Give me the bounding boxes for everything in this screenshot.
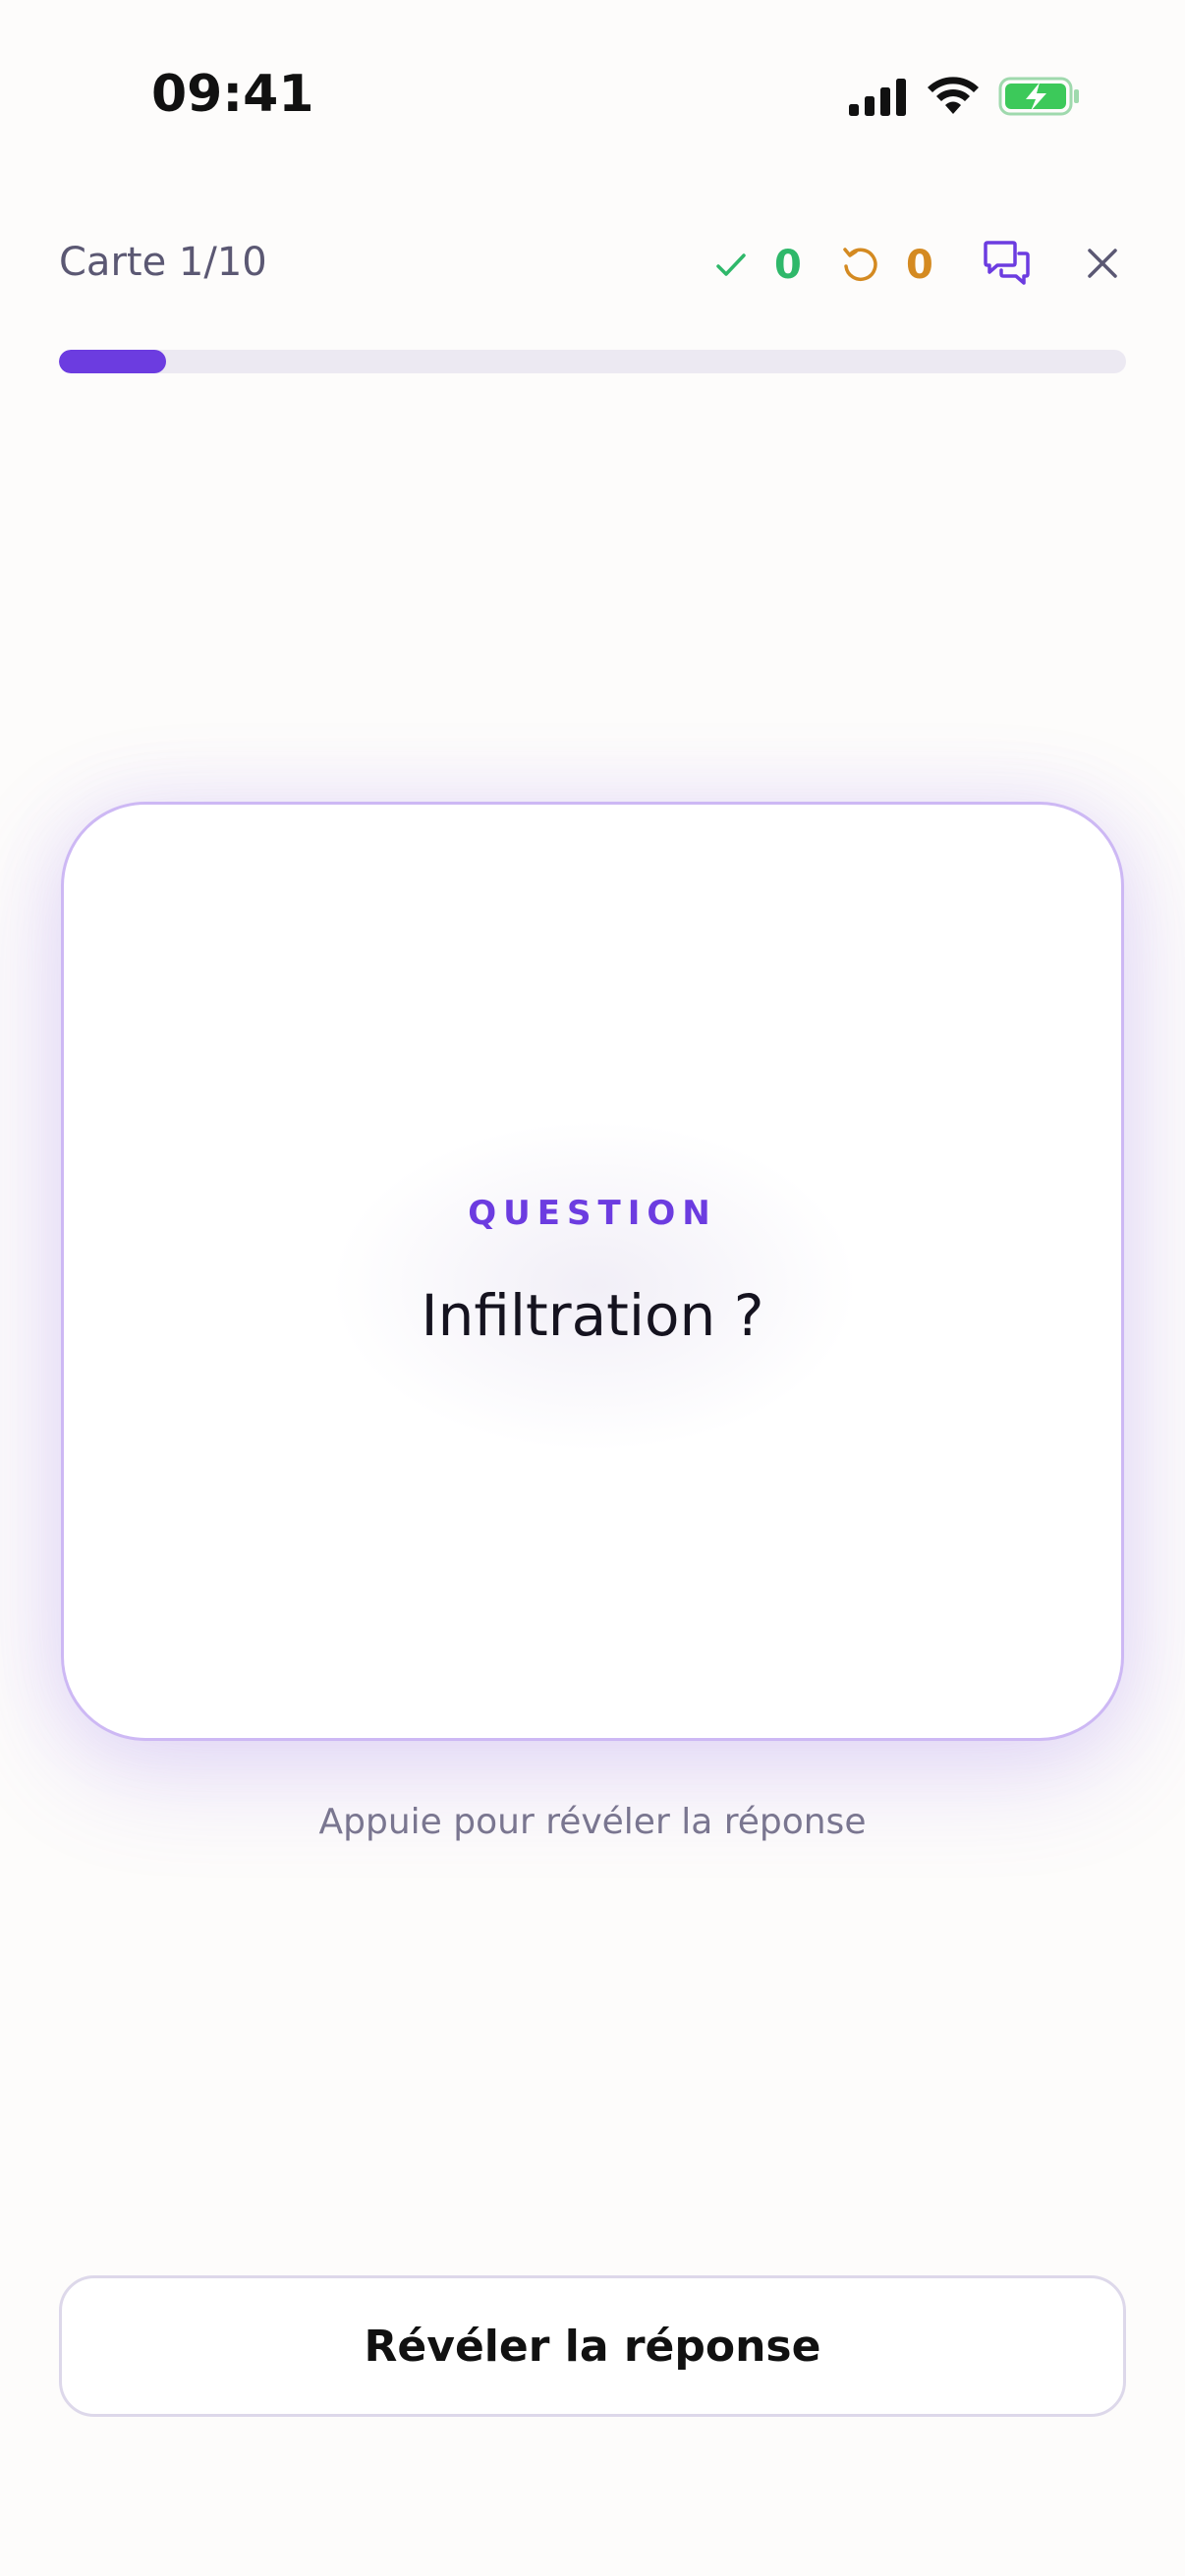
reveal-answer-button[interactable]: Révéler la réponse	[59, 2275, 1126, 2417]
retry-icon	[843, 248, 877, 282]
status-bar: 09:41	[0, 0, 1185, 196]
flash-card[interactable]: QUESTION Infiltration ?	[61, 802, 1124, 1741]
card-question: Infiltration ?	[421, 1282, 764, 1349]
status-time: 09:41	[151, 65, 314, 124]
card-kicker: QUESTION	[468, 1194, 717, 1233]
card-counter: Carte 1/10	[59, 240, 267, 285]
check-icon	[716, 253, 746, 276]
progress-fill	[59, 350, 166, 373]
session-header: Carte 1/10 0 0	[0, 226, 1185, 305]
progress-bar	[59, 350, 1126, 373]
known-count: 0	[774, 243, 802, 288]
battery-charging-icon	[998, 77, 1079, 116]
close-icon	[1088, 249, 1117, 278]
chat-icon	[984, 241, 1030, 285]
review-counter: 0	[841, 238, 933, 293]
wifi-icon	[928, 77, 979, 114]
cellular-signal-icon	[849, 79, 906, 116]
known-counter: 0	[715, 238, 802, 293]
chat-button[interactable]	[979, 236, 1036, 293]
reveal-hint: Appuie pour révéler la réponse	[318, 1802, 867, 1842]
review-count: 0	[906, 243, 933, 288]
close-button[interactable]	[1077, 238, 1128, 289]
